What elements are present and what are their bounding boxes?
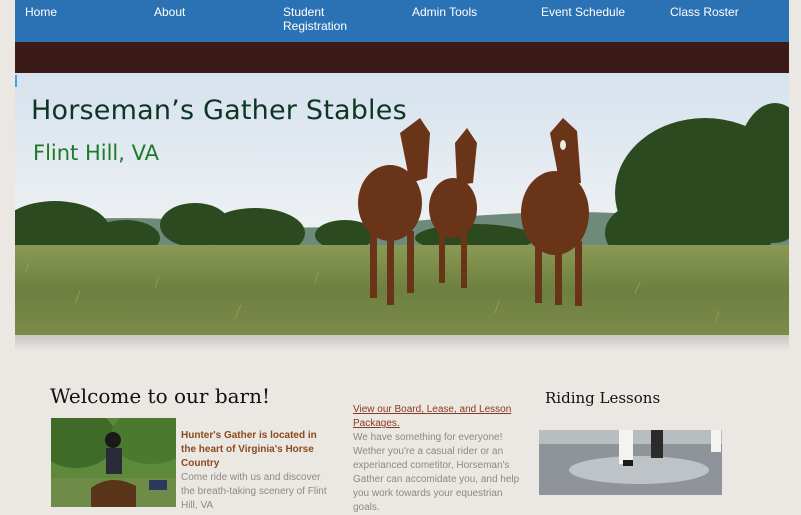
riding-lessons-photo	[539, 430, 722, 495]
nav-about[interactable]: About	[154, 5, 185, 19]
packages-link[interactable]: View our Board, Lease, and Lesson Packag…	[353, 403, 523, 431]
riding-lessons-heading: Riding Lessons	[545, 389, 661, 407]
edit-marker	[15, 75, 17, 87]
nav-student-registration[interactable]: Student Registration	[283, 5, 373, 33]
main-navigation: Home About Student Registration Admin To…	[15, 0, 789, 42]
intro-bold-text: Hunter's Gather is located in the heart …	[181, 430, 317, 469]
site-location: Flint Hill, VA	[33, 141, 159, 165]
welcome-heading: Welcome to our barn!	[50, 384, 271, 408]
rider-photo	[51, 418, 176, 507]
nav-class-roster[interactable]: Class Roster	[670, 5, 739, 19]
packages-text: We have something for everyone! Wether y…	[353, 432, 520, 513]
nav-event-schedule[interactable]: Event Schedule	[541, 5, 625, 19]
header-bar	[15, 42, 789, 73]
nav-home[interactable]: Home	[25, 5, 57, 19]
nav-admin-tools[interactable]: Admin Tools	[412, 5, 477, 19]
site-title: Horseman’s Gather Stables	[31, 95, 407, 126]
hero-shadow	[15, 335, 789, 351]
hero-banner: Horseman’s Gather Stables Flint Hill, VA	[15, 73, 789, 335]
